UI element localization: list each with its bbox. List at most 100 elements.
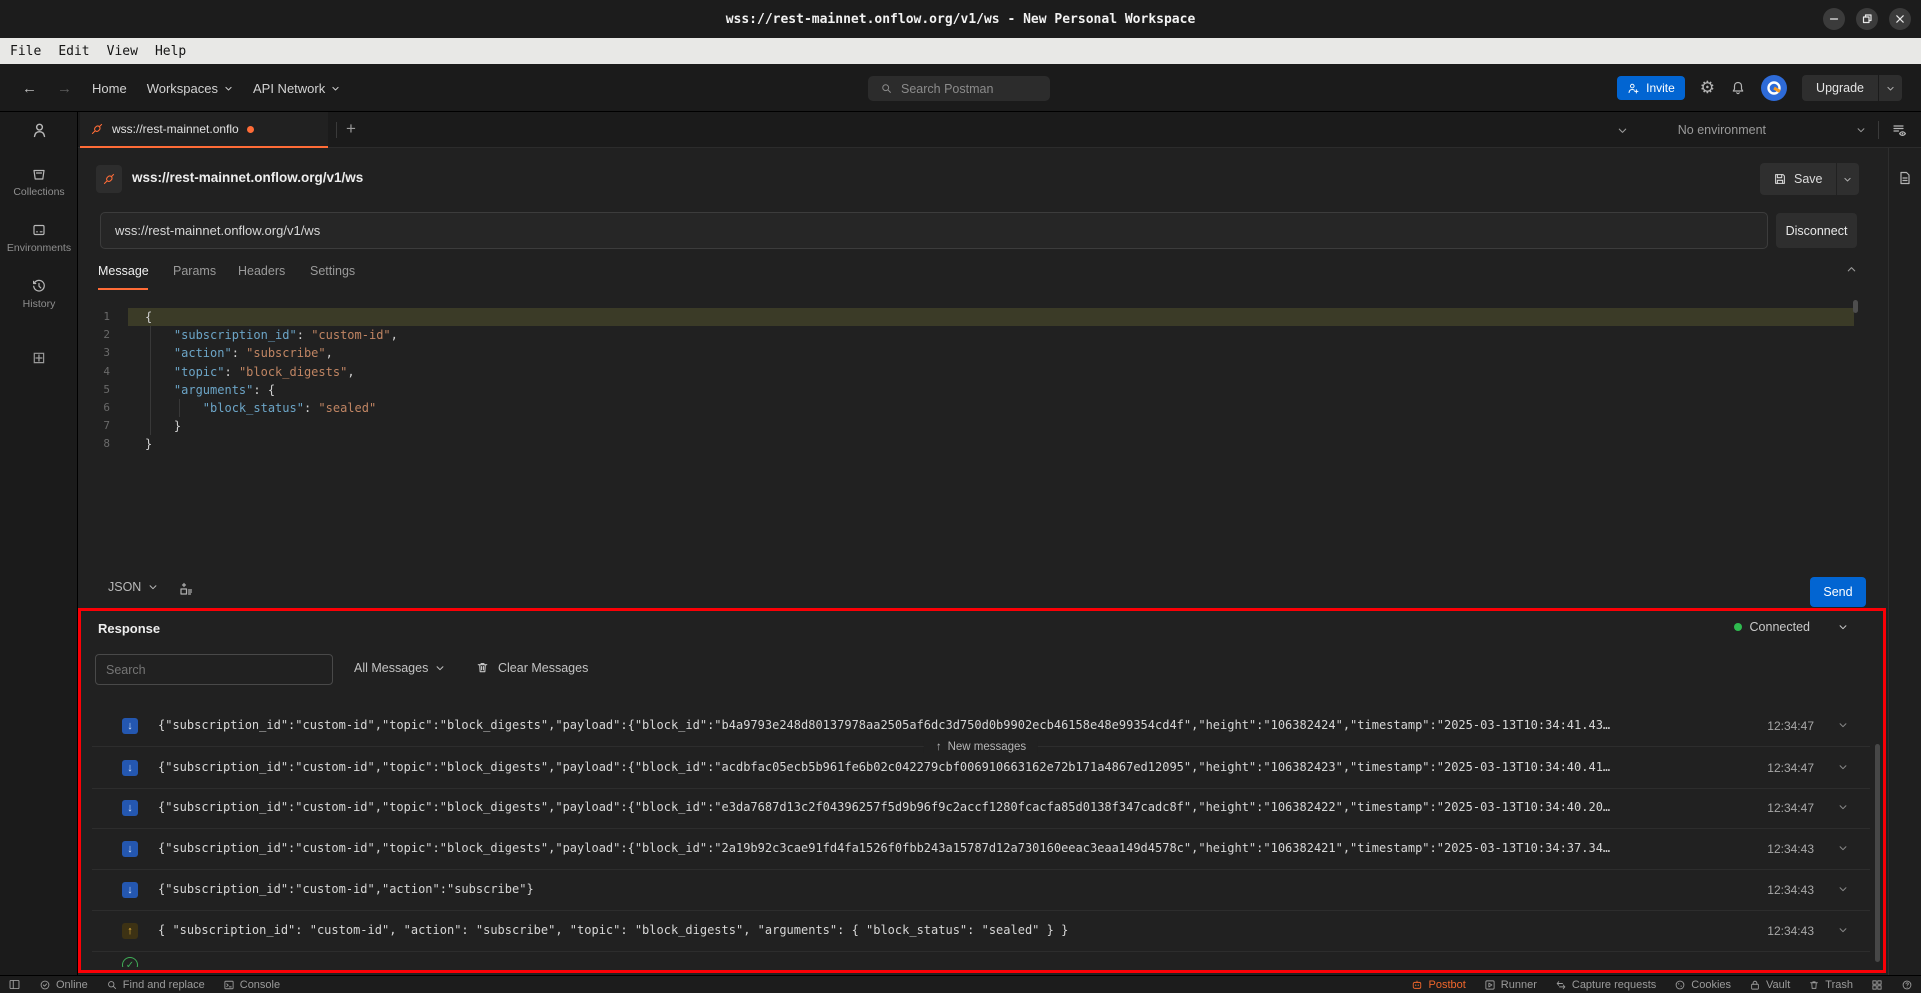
message-editor[interactable]: 1{ 2 "subscription_id": "custom-id", 3 "… <box>78 298 1860 566</box>
editor-line: 5 "arguments": { <box>78 381 1860 399</box>
menu-bar: File Edit View Help <box>0 38 1921 64</box>
upgrade-button[interactable]: Upgrade <box>1802 75 1902 101</box>
message-row-partial[interactable]: ✓ <box>92 952 1870 967</box>
url-input[interactable] <box>100 212 1768 249</box>
two-pane-view-icon[interactable] <box>1871 979 1883 991</box>
editor-scrollbar[interactable] <box>1853 300 1858 313</box>
sidebar-more-icon[interactable]: ⊞ <box>0 348 78 368</box>
editor-line: 2 "subscription_id": "custom-id", <box>78 326 1860 344</box>
expand-chevron-icon[interactable] <box>1838 802 1848 812</box>
menu-help[interactable]: Help <box>155 44 186 59</box>
editor-line: 1{ <box>78 308 1860 326</box>
send-button[interactable]: Send <box>1810 577 1866 607</box>
global-search-placeholder: Search Postman <box>901 82 993 96</box>
cookies-button[interactable]: Cookies <box>1674 979 1731 991</box>
connection-status-label: Connected <box>1750 620 1810 634</box>
back-icon[interactable]: ← <box>22 80 37 97</box>
message-row[interactable]: ↓ {"subscription_id":"custom-id","topic"… <box>92 788 1870 829</box>
save-button[interactable]: Save <box>1760 163 1859 195</box>
trash-button[interactable]: Trash <box>1808 979 1853 991</box>
disconnect-button[interactable]: Disconnect <box>1776 213 1857 248</box>
expand-chevron-icon[interactable] <box>1838 762 1848 772</box>
tab-settings[interactable]: Settings <box>310 264 355 278</box>
help-icon[interactable] <box>1901 979 1913 991</box>
message-row[interactable]: ↑ { "subscription_id": "custom-id", "act… <box>92 911 1870 952</box>
tab-message[interactable]: Message <box>98 264 149 278</box>
tab-params[interactable]: Params <box>173 264 216 278</box>
received-arrow-icon: ↓ <box>122 718 138 734</box>
response-scrollbar[interactable] <box>1875 744 1880 962</box>
menu-edit[interactable]: Edit <box>58 44 89 59</box>
restore-button[interactable] <box>1856 8 1878 30</box>
collections-icon <box>31 166 47 182</box>
tab-row: wss://rest-mainnet.onflo + No environmen… <box>78 112 1921 148</box>
right-sidebar-strip <box>1888 148 1921 975</box>
expand-chevron-icon[interactable] <box>1838 925 1848 935</box>
expand-chevron-icon[interactable] <box>1838 720 1848 730</box>
message-filter-select[interactable]: All Messages <box>354 661 445 675</box>
message-row[interactable]: ↓ {"subscription_id":"custom-id","topic"… <box>92 748 1870 789</box>
request-tab[interactable]: wss://rest-mainnet.onflo <box>80 112 328 148</box>
clear-messages-button[interactable]: Clear Messages <box>475 660 588 675</box>
environment-selector[interactable]: No environment <box>1678 123 1866 137</box>
sidebar-item-collections[interactable]: Collections <box>0 166 78 198</box>
minimize-button[interactable] <box>1823 8 1845 30</box>
tab-list-chevron-icon[interactable] <box>1617 125 1628 136</box>
beautify-icon[interactable] <box>178 581 194 597</box>
save-options-chevron-icon <box>1836 163 1859 195</box>
message-row[interactable]: ↓ {"subscription_id":"custom-id","action… <box>92 870 1870 911</box>
sidebar-toggle-icon[interactable] <box>8 978 21 991</box>
runner-button[interactable]: Runner <box>1484 979 1537 991</box>
console-button[interactable]: Console <box>223 979 280 991</box>
nav-api-network[interactable]: API Network <box>253 81 340 96</box>
settings-gear-icon[interactable]: ⚙ <box>1700 78 1715 98</box>
notifications-bell-icon[interactable] <box>1730 80 1746 96</box>
new-tab-button[interactable]: + <box>346 119 356 139</box>
documentation-icon[interactable] <box>1897 170 1913 186</box>
websocket-icon <box>90 122 104 136</box>
received-arrow-icon: ↓ <box>122 882 138 898</box>
global-search[interactable]: Search Postman <box>868 76 1050 101</box>
close-button[interactable] <box>1889 8 1911 30</box>
message-row[interactable]: ↓ {"subscription_id":"custom-id","topic"… <box>92 829 1870 870</box>
checkmark-circle-icon: ✓ <box>122 957 138 967</box>
invite-button[interactable]: Invite <box>1617 76 1685 100</box>
connection-status[interactable]: Connected <box>1734 620 1848 634</box>
nav-workspaces[interactable]: Workspaces <box>147 81 233 96</box>
sidebar-item-environments[interactable]: Environments <box>0 222 78 254</box>
online-status[interactable]: Online <box>39 979 88 991</box>
environment-quick-look-icon[interactable] <box>1891 122 1907 138</box>
expand-chevron-icon[interactable] <box>1838 843 1848 853</box>
lock-icon <box>1749 979 1761 991</box>
expand-chevron-icon[interactable] <box>1838 884 1848 894</box>
capture-requests-button[interactable]: Capture requests <box>1555 979 1656 991</box>
tab-headers[interactable]: Headers <box>238 264 285 278</box>
chevron-down-icon <box>224 84 233 93</box>
message-type-select[interactable]: JSON <box>108 580 158 594</box>
chevron-down-icon <box>148 582 158 592</box>
forward-icon[interactable]: → <box>57 80 72 97</box>
editor-line: 4 "topic": "block_digests", <box>78 363 1860 381</box>
postbot-button[interactable]: Postbot <box>1411 979 1465 991</box>
editor-line: 3 "action": "subscribe", <box>78 344 1860 362</box>
arrow-up-icon: ↑ <box>936 741 942 753</box>
trash-icon <box>475 660 490 675</box>
response-search-input[interactable] <box>95 654 333 685</box>
nav-home[interactable]: Home <box>92 81 127 96</box>
request-title: wss://rest-mainnet.onflow.org/v1/ws <box>132 170 363 185</box>
menu-file[interactable]: File <box>10 44 41 59</box>
sidebar-item-history[interactable]: History <box>0 278 78 310</box>
avatar[interactable] <box>1761 75 1787 101</box>
collapse-chevron-icon[interactable] <box>1846 264 1857 275</box>
search-icon <box>106 979 118 991</box>
editor-line: 7 } <box>78 417 1860 435</box>
response-panel: Response Connected All Messages Clear Me… <box>78 610 1884 973</box>
menu-view[interactable]: View <box>107 44 138 59</box>
new-messages-pill[interactable]: ↑ New messages <box>924 741 1038 753</box>
environments-icon <box>31 222 47 238</box>
capture-icon <box>1555 979 1567 991</box>
sidebar-account[interactable] <box>0 121 78 140</box>
vault-button[interactable]: Vault <box>1749 979 1790 991</box>
find-and-replace[interactable]: Find and replace <box>106 979 205 991</box>
trash-icon <box>1808 979 1820 991</box>
